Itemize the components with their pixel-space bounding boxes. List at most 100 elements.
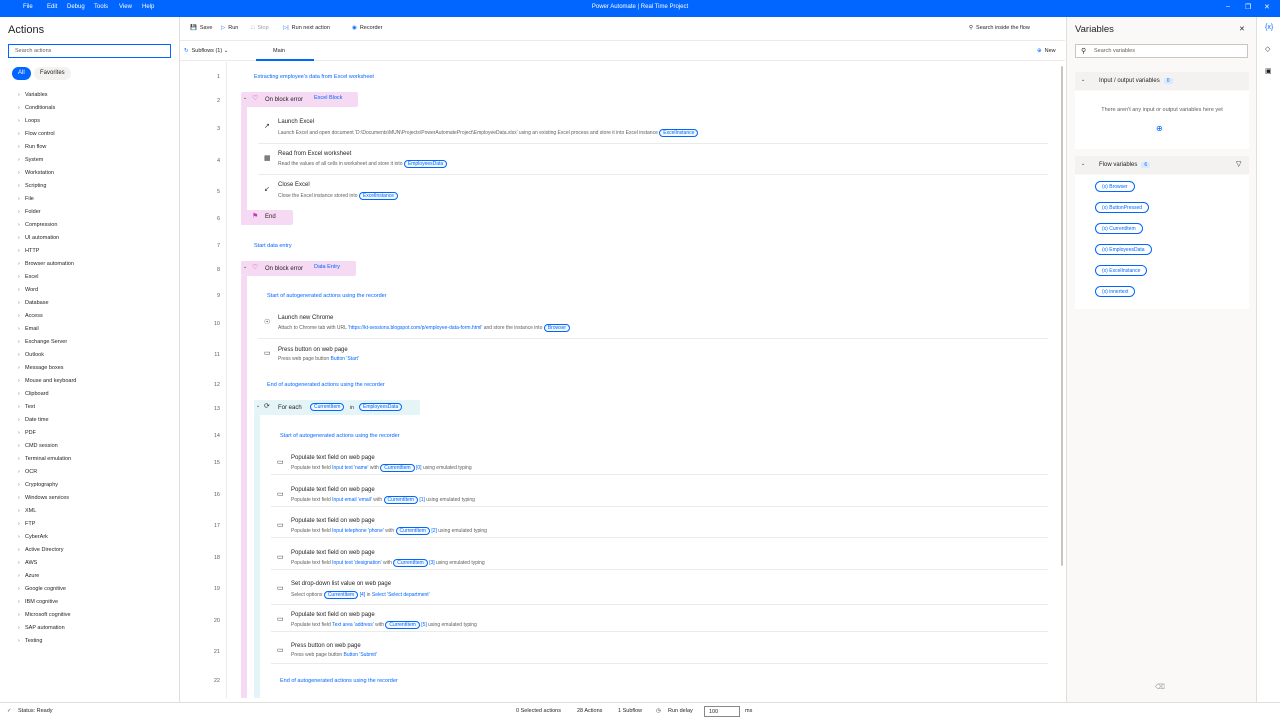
action-group[interactable]: › HTTP	[18, 248, 39, 254]
variable-token[interactable]: CurrentItem	[383, 496, 418, 504]
run-button[interactable]: ▷ Run	[221, 25, 238, 31]
action-group[interactable]: › Compression	[18, 222, 57, 228]
action-group[interactable]: › Variables	[18, 92, 48, 98]
filter-icon[interactable]: ▽	[1236, 160, 1241, 168]
flow-variable-chip[interactable]: (x) CurrentItem	[1095, 223, 1143, 234]
action-group[interactable]: › AWS	[18, 560, 37, 566]
action-group[interactable]: › Google cognitive	[18, 586, 66, 592]
image-icon[interactable]: ▣	[1265, 67, 1272, 75]
variable-token[interactable]: CurrentItem	[323, 591, 359, 599]
scrollbar-thumb[interactable]	[1061, 66, 1063, 566]
action-group[interactable]: › Email	[18, 326, 39, 332]
action-group[interactable]: › Word	[18, 287, 38, 293]
flow-variable-chip[interactable]: (x) innertext	[1095, 286, 1136, 297]
variable-token[interactable]: EmployeesData	[403, 160, 448, 168]
comment-row[interactable]: Start of autogenerated actions using the…	[280, 433, 400, 439]
variables-icon[interactable]: {x}	[1265, 24, 1273, 31]
action-title[interactable]: Launch Excel	[278, 119, 314, 125]
on-block-error-excel[interactable]: ⌄ ♡ On block error Excel Block	[241, 92, 358, 107]
action-group[interactable]: › PDF	[18, 430, 36, 436]
action-group[interactable]: › Date time	[18, 417, 49, 423]
action-group[interactable]: › XML	[18, 508, 36, 514]
action-group[interactable]: › Conditionals	[18, 105, 55, 111]
action-group[interactable]: › FTP	[18, 521, 35, 527]
action-group[interactable]: › SAP automation	[18, 625, 65, 631]
search-actions-input[interactable]: Search actions	[8, 44, 171, 58]
flow-variable-chip[interactable]: (x) Browser	[1095, 181, 1135, 192]
action-title[interactable]: Populate text field on web page	[291, 455, 375, 461]
stop-button[interactable]: □ Stop	[251, 25, 269, 31]
minimize-icon[interactable]: –	[1226, 3, 1230, 10]
search-flow-input[interactable]: ⚲ Search inside the flow	[969, 25, 1030, 31]
action-group[interactable]: › Scripting	[18, 183, 46, 189]
io-variables-header[interactable]: ⌄ Input / output variables 0	[1075, 72, 1249, 90]
run-delay-input[interactable]: 100	[704, 706, 740, 717]
action-title[interactable]: Press button on web page	[278, 347, 348, 353]
layers-icon[interactable]: ◇	[1265, 45, 1270, 53]
tab-main[interactable]: Main	[273, 48, 285, 54]
chevron-down-icon[interactable]: ⌄	[243, 95, 247, 101]
variable-token[interactable]: CurrentItem	[395, 527, 430, 535]
subflows-dropdown[interactable]: ↻ Subflows (1) ⌄	[184, 48, 228, 54]
save-button[interactable]: 💾 Save	[190, 25, 212, 31]
flow-scrollbar[interactable]	[1059, 62, 1065, 698]
search-variables-input[interactable]: Search variables	[1075, 44, 1248, 58]
action-group[interactable]: › Testing	[18, 638, 42, 644]
action-group[interactable]: › CyberArk	[18, 534, 48, 540]
action-group[interactable]: › Terminal emulation	[18, 456, 71, 462]
action-title[interactable]: Close Excel	[278, 182, 310, 188]
variable-token[interactable]: Browser	[543, 324, 571, 332]
flow-variable-chip[interactable]: (x) ButtonPressed	[1095, 202, 1150, 213]
variable-token[interactable]: CurrentItem	[380, 464, 415, 472]
action-group[interactable]: › IBM cognitive	[18, 599, 58, 605]
action-group[interactable]: › Folder	[18, 209, 41, 215]
action-title[interactable]: Populate text field on web page	[291, 487, 375, 493]
variable-token[interactable]: ExcelInstance	[358, 192, 399, 200]
variable-token[interactable]: CurrentItem	[393, 559, 428, 567]
action-group[interactable]: › Workstation	[18, 170, 54, 176]
action-group[interactable]: › CMD session	[18, 443, 58, 449]
action-group[interactable]: › Database	[18, 300, 49, 306]
action-title[interactable]: Populate text field on web page	[291, 550, 375, 556]
action-group[interactable]: › Excel	[18, 274, 38, 280]
variable-token[interactable]: ExcelInstance	[659, 129, 699, 137]
action-group[interactable]: › OCR	[18, 469, 37, 475]
action-title[interactable]: Populate text field on web page	[291, 518, 375, 524]
add-variable-icon[interactable]: ⊕	[1156, 124, 1163, 133]
action-title[interactable]: Populate text field on web page	[291, 612, 375, 618]
action-group[interactable]: › Flow control	[18, 131, 55, 137]
run-next-action-button[interactable]: ▷| Run next action	[283, 25, 330, 31]
action-group[interactable]: › Mouse and keyboard	[18, 378, 76, 384]
action-group[interactable]: › Text	[18, 404, 35, 410]
filter-all-button[interactable]: All	[12, 67, 31, 80]
filter-favorites-button[interactable]: Favorites	[34, 67, 71, 80]
for-each-block[interactable]: ⌄ ⟳ For each CurrentItem in EmployeesDat…	[254, 400, 420, 415]
flow-variable-chip[interactable]: (x) ExcelInstance	[1095, 265, 1148, 276]
action-group[interactable]: › Exchange Server	[18, 339, 67, 345]
action-group[interactable]: › Clipboard	[18, 391, 49, 397]
end-block[interactable]: ⚑ End	[241, 210, 293, 225]
action-group[interactable]: › Loops	[18, 118, 40, 124]
close-icon[interactable]: ✕	[1264, 3, 1270, 11]
action-title[interactable]: Press button on web page	[291, 643, 361, 649]
action-group[interactable]: › Run flow	[18, 144, 46, 150]
variable-token[interactable]: CurrentItem	[385, 621, 420, 629]
chevron-down-icon[interactable]: ⌄	[256, 403, 260, 409]
variable-token[interactable]: CurrentItem	[310, 403, 345, 411]
action-group[interactable]: › Message boxes	[18, 365, 64, 371]
action-group[interactable]: › Windows services	[18, 495, 69, 501]
action-group[interactable]: › Access	[18, 313, 43, 319]
new-subflow-button[interactable]: ⊕ New	[1037, 48, 1056, 54]
action-group[interactable]: › File	[18, 196, 34, 202]
flow-variables-header[interactable]: ⌄ Flow variables 6 ▽	[1075, 156, 1249, 174]
eraser-icon[interactable]: ⌫	[1155, 683, 1165, 691]
comment-row[interactable]: Start data entry	[254, 243, 292, 249]
action-title[interactable]: Launch new Chrome	[278, 315, 333, 321]
action-group[interactable]: › System	[18, 157, 43, 163]
chevron-down-icon[interactable]: ⌄	[243, 264, 247, 270]
action-group[interactable]: › Outlook	[18, 352, 44, 358]
close-icon[interactable]: ✕	[1239, 25, 1245, 33]
flow-variable-chip[interactable]: (x) EmployeesData	[1095, 244, 1152, 255]
action-group[interactable]: › Microsoft cognitive	[18, 612, 71, 618]
action-group[interactable]: › Azure	[18, 573, 39, 579]
